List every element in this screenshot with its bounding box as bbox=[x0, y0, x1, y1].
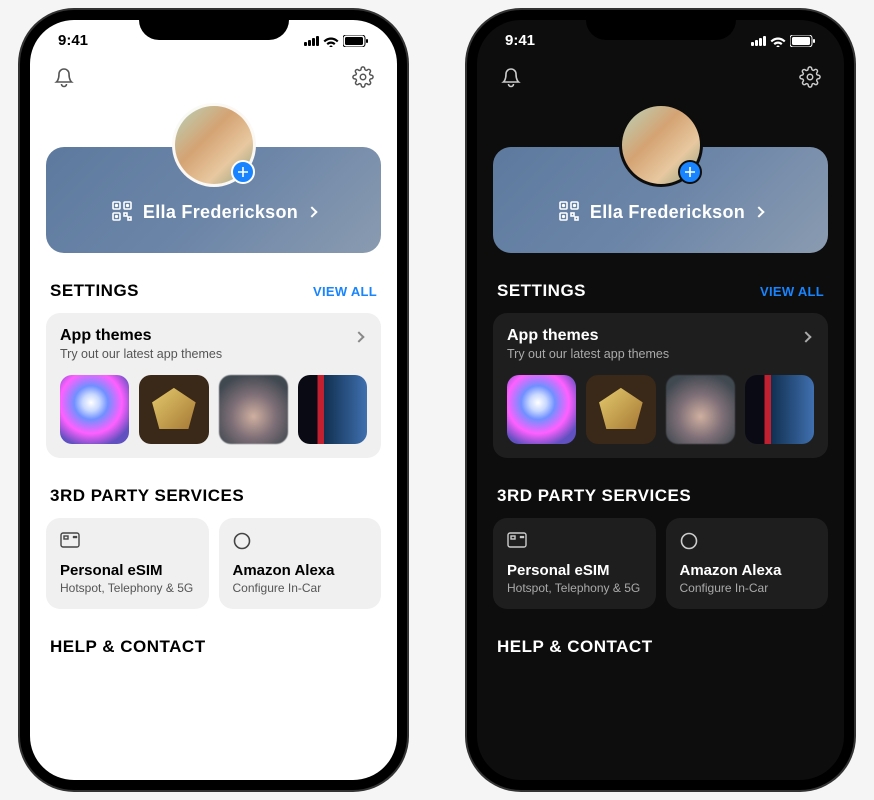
avatar-add-button[interactable] bbox=[678, 160, 702, 184]
qr-icon[interactable] bbox=[558, 201, 580, 223]
settings-title: SETTINGS bbox=[497, 281, 586, 301]
qr-icon[interactable] bbox=[111, 201, 133, 223]
cellular-icon bbox=[304, 36, 319, 46]
settings-section-header: SETTINGS VIEW ALL bbox=[493, 253, 828, 313]
cellular-icon bbox=[751, 36, 766, 46]
chevron-right-icon bbox=[353, 331, 364, 342]
theme-tile-holographic[interactable] bbox=[507, 375, 576, 444]
app-themes-title: App themes bbox=[507, 327, 669, 345]
settings-title: SETTINGS bbox=[50, 281, 139, 301]
status-indicators bbox=[751, 35, 816, 47]
settings-button[interactable] bbox=[351, 65, 375, 89]
avatar[interactable] bbox=[172, 103, 256, 187]
service-title: Personal eSIM bbox=[60, 562, 195, 579]
service-subtitle: Configure In-Car bbox=[680, 581, 815, 595]
screen: 9:41 bbox=[477, 20, 844, 780]
battery-icon bbox=[790, 35, 816, 47]
app-themes-header[interactable]: App themes Try out our latest app themes bbox=[507, 327, 814, 361]
plus-icon bbox=[684, 166, 696, 178]
notifications-button[interactable] bbox=[499, 65, 523, 89]
top-icon-row bbox=[46, 51, 381, 97]
wifi-icon bbox=[770, 35, 786, 47]
plus-icon bbox=[237, 166, 249, 178]
app-themes-subtitle: Try out our latest app themes bbox=[507, 347, 669, 361]
theme-tile-holographic[interactable] bbox=[60, 375, 129, 444]
services-section-header: 3RD PARTY SERVICES bbox=[46, 458, 381, 518]
app-themes-title: App themes bbox=[60, 327, 222, 345]
gear-icon bbox=[799, 66, 821, 88]
service-title: Amazon Alexa bbox=[680, 562, 815, 579]
chevron-right-icon bbox=[306, 206, 317, 217]
status-time: 9:41 bbox=[58, 32, 88, 49]
theme-tile-diamond[interactable] bbox=[139, 375, 208, 444]
profile-name: Ella Frederickson bbox=[590, 202, 745, 223]
profile-card[interactable]: Ella Frederickson bbox=[493, 147, 828, 253]
help-title: HELP & CONTACT bbox=[50, 637, 206, 657]
service-title: Amazon Alexa bbox=[233, 562, 368, 579]
service-subtitle: Hotspot, Telephony & 5G bbox=[60, 581, 195, 595]
content-scroll[interactable]: Ella Frederickson SETTINGS VIEW ALL App … bbox=[30, 51, 397, 780]
chevron-right-icon bbox=[753, 206, 764, 217]
bell-icon bbox=[501, 66, 521, 88]
help-title: HELP & CONTACT bbox=[497, 637, 653, 657]
alexa-icon bbox=[233, 532, 253, 548]
view-all-link[interactable]: VIEW ALL bbox=[760, 284, 824, 299]
sim-icon bbox=[60, 532, 80, 548]
app-themes-header[interactable]: App themes Try out our latest app themes bbox=[60, 327, 367, 361]
profile-name: Ella Frederickson bbox=[143, 202, 298, 223]
sim-icon bbox=[507, 532, 527, 548]
avatar[interactable] bbox=[619, 103, 703, 187]
wifi-icon bbox=[323, 35, 339, 47]
help-section-header: HELP & CONTACT bbox=[46, 609, 381, 669]
theme-tile-striped[interactable] bbox=[298, 375, 367, 444]
view-all-link[interactable]: VIEW ALL bbox=[313, 284, 377, 299]
service-subtitle: Configure In-Car bbox=[233, 581, 368, 595]
app-themes-card: App themes Try out our latest app themes bbox=[46, 313, 381, 458]
status-bar: 9:41 bbox=[477, 20, 844, 51]
service-esim-card[interactable]: Personal eSIM Hotspot, Telephony & 5G bbox=[46, 518, 209, 609]
screen: 9:41 bbox=[30, 20, 397, 780]
profile-name-row: Ella Frederickson bbox=[62, 201, 365, 223]
theme-tile-gradient[interactable] bbox=[666, 375, 735, 444]
settings-section-header: SETTINGS VIEW ALL bbox=[46, 253, 381, 313]
status-indicators bbox=[304, 35, 369, 47]
theme-tile-diamond[interactable] bbox=[586, 375, 655, 444]
service-esim-card[interactable]: Personal eSIM Hotspot, Telephony & 5G bbox=[493, 518, 656, 609]
chevron-right-icon bbox=[800, 331, 811, 342]
help-section-header: HELP & CONTACT bbox=[493, 609, 828, 669]
phone-light-variant: 9:41 bbox=[20, 10, 407, 790]
status-time: 9:41 bbox=[505, 32, 535, 49]
content-scroll[interactable]: Ella Frederickson SETTINGS VIEW ALL App … bbox=[477, 51, 844, 780]
app-themes-subtitle: Try out our latest app themes bbox=[60, 347, 222, 361]
service-alexa-card[interactable]: Amazon Alexa Configure In-Car bbox=[219, 518, 382, 609]
services-title: 3RD PARTY SERVICES bbox=[497, 486, 691, 506]
bell-icon bbox=[54, 66, 74, 88]
service-title: Personal eSIM bbox=[507, 562, 642, 579]
notifications-button[interactable] bbox=[52, 65, 76, 89]
theme-tile-striped[interactable] bbox=[745, 375, 814, 444]
alexa-icon bbox=[680, 532, 700, 548]
avatar-add-button[interactable] bbox=[231, 160, 255, 184]
service-subtitle: Hotspot, Telephony & 5G bbox=[507, 581, 642, 595]
services-row: Personal eSIM Hotspot, Telephony & 5G Am… bbox=[46, 518, 381, 609]
theme-tiles-row bbox=[60, 375, 367, 444]
profile-card[interactable]: Ella Frederickson bbox=[46, 147, 381, 253]
app-themes-card: App themes Try out our latest app themes bbox=[493, 313, 828, 458]
service-alexa-card[interactable]: Amazon Alexa Configure In-Car bbox=[666, 518, 829, 609]
services-section-header: 3RD PARTY SERVICES bbox=[493, 458, 828, 518]
settings-button[interactable] bbox=[798, 65, 822, 89]
theme-tiles-row bbox=[507, 375, 814, 444]
services-row: Personal eSIM Hotspot, Telephony & 5G Am… bbox=[493, 518, 828, 609]
gear-icon bbox=[352, 66, 374, 88]
phone-dark-variant: 9:41 bbox=[467, 10, 854, 790]
services-title: 3RD PARTY SERVICES bbox=[50, 486, 244, 506]
status-bar: 9:41 bbox=[30, 20, 397, 51]
theme-tile-gradient[interactable] bbox=[219, 375, 288, 444]
top-icon-row bbox=[493, 51, 828, 97]
battery-icon bbox=[343, 35, 369, 47]
profile-name-row: Ella Frederickson bbox=[509, 201, 812, 223]
